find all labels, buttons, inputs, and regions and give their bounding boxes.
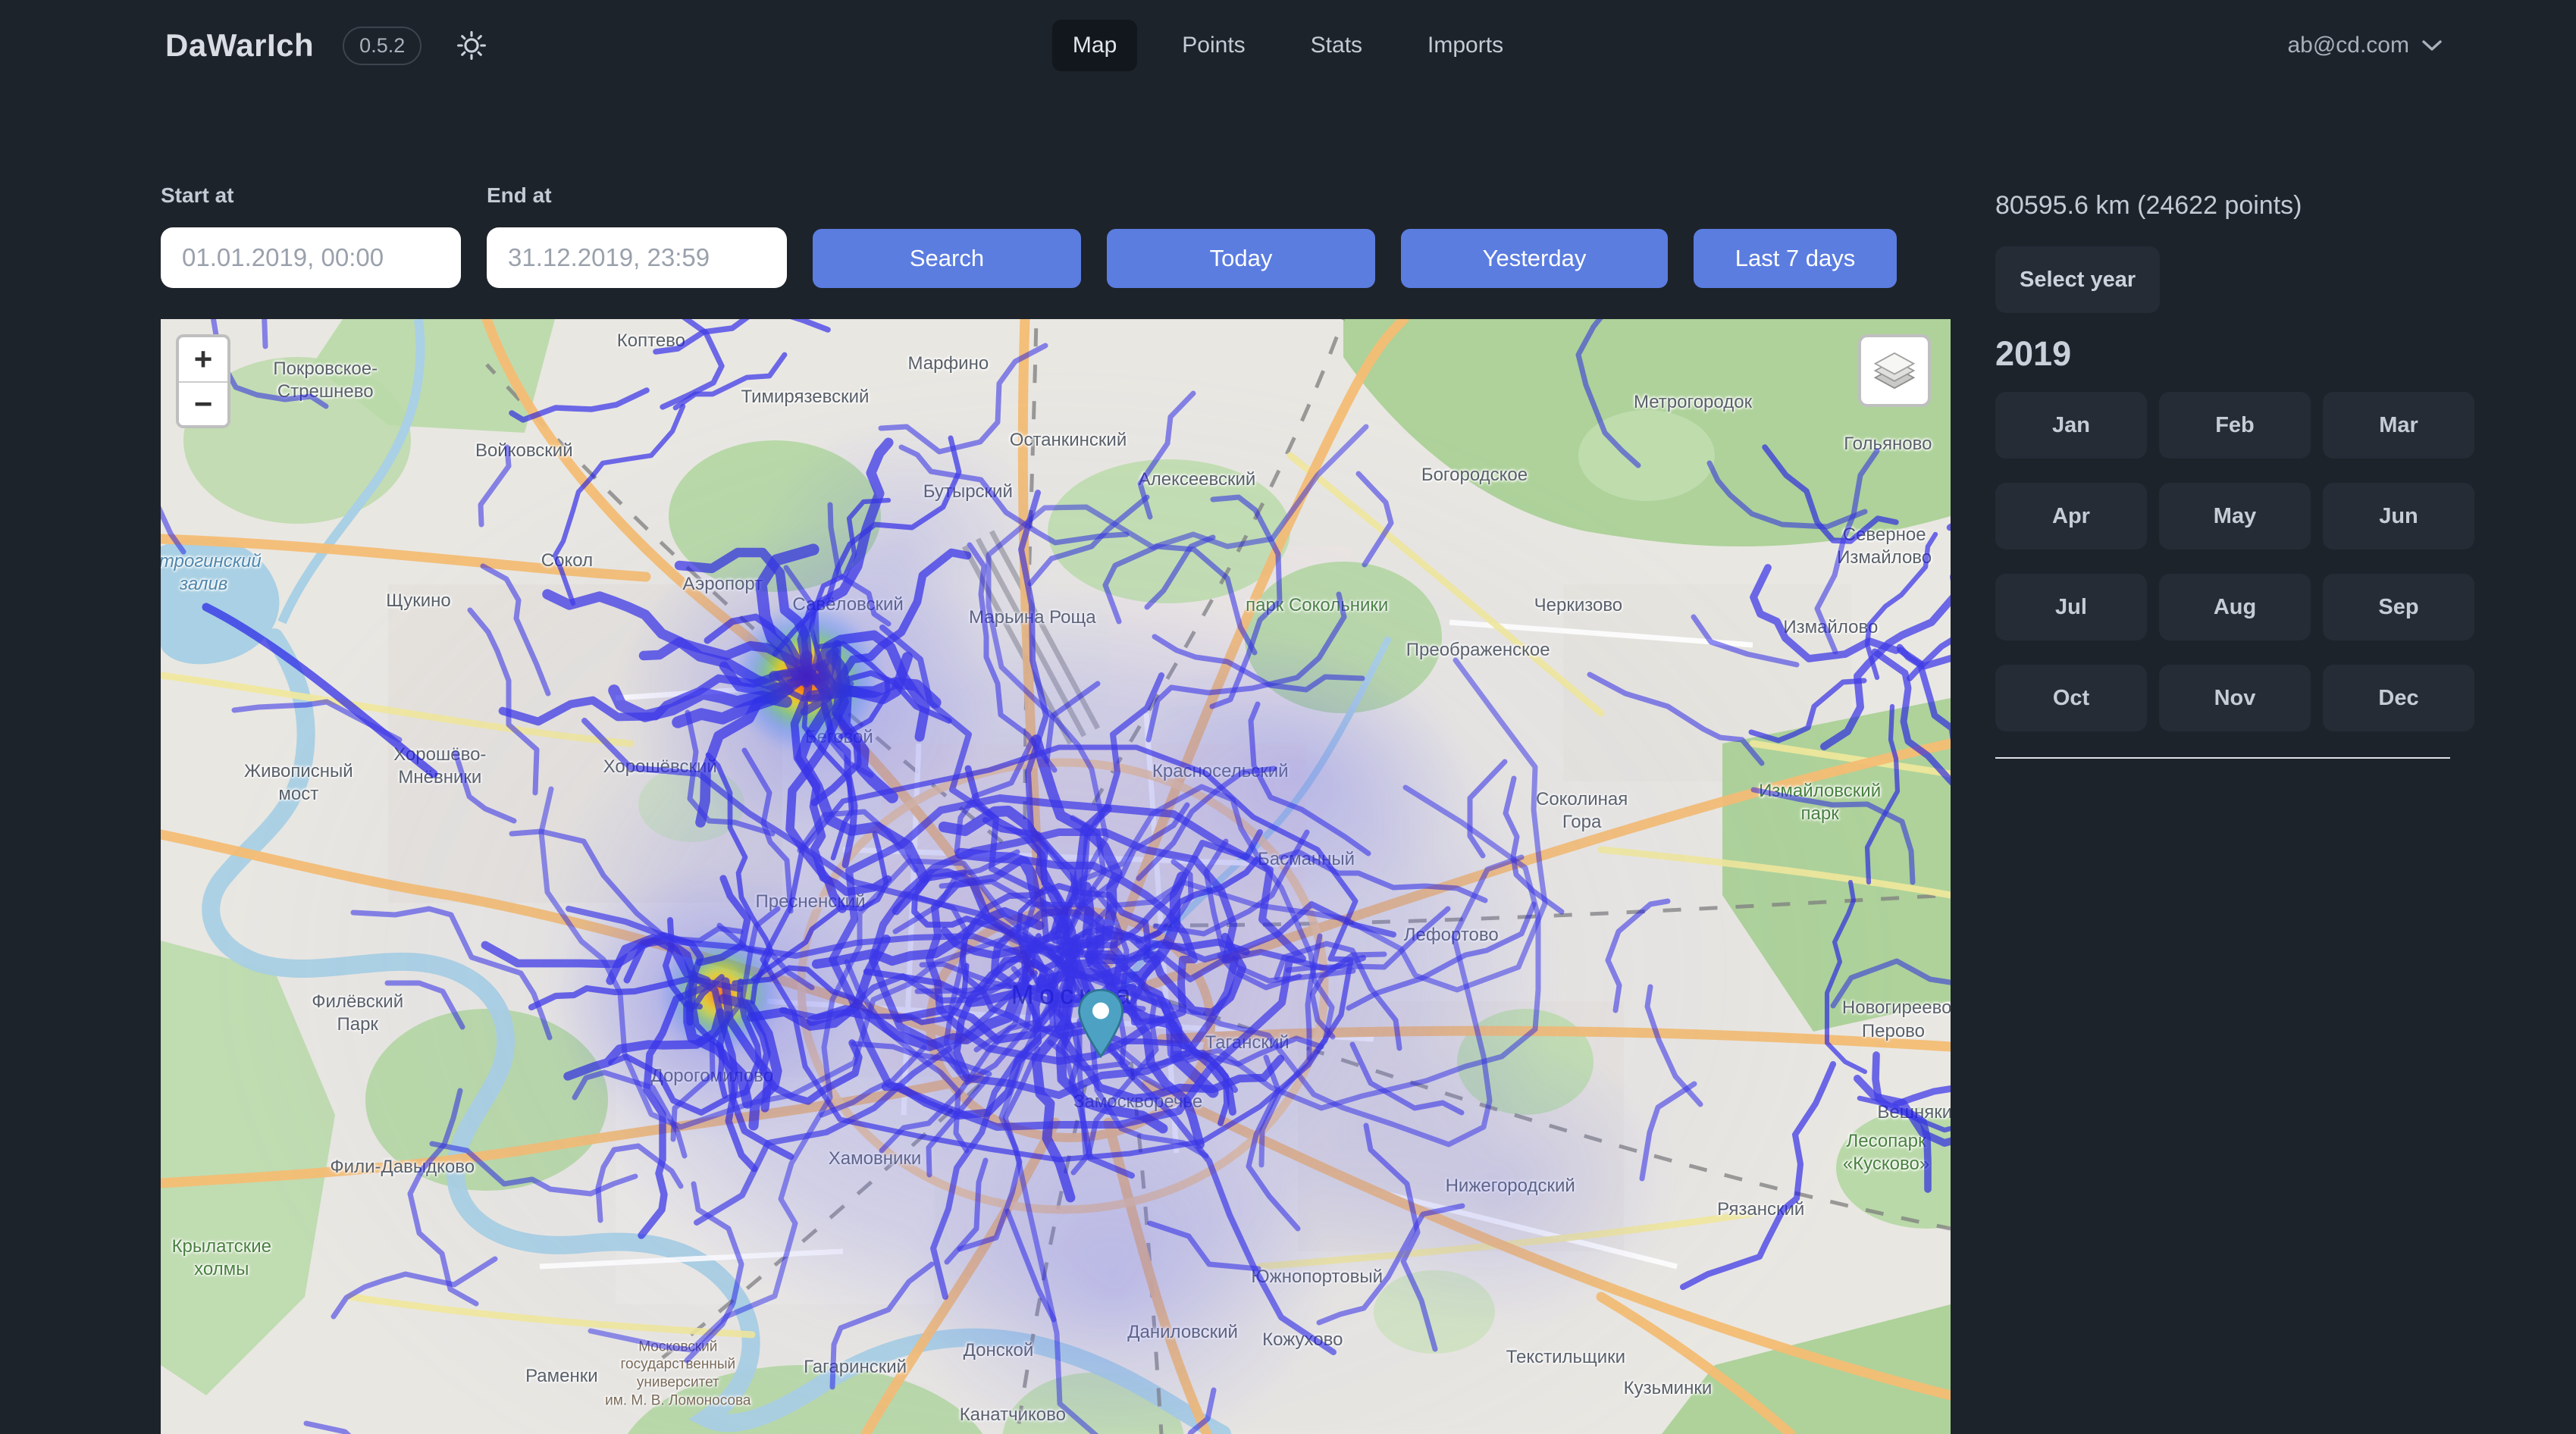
end-at-input[interactable] [487,227,787,288]
sun-icon [455,29,488,62]
zoom-in-button[interactable]: + [179,337,227,381]
year-heading: 2019 [1995,334,2480,374]
tab-imports[interactable]: Imports [1407,20,1524,71]
chevron-down-icon [2421,39,2443,52]
last-7-days-button[interactable]: Last 7 days [1694,229,1897,288]
tab-map[interactable]: Map [1052,20,1137,71]
user-email: ab@cd.com [2287,33,2409,58]
yesterday-button[interactable]: Yesterday [1401,229,1668,288]
map-container[interactable]: Покровское- СтрешневоКоптевоТимирязевски… [161,319,1951,1434]
version-badge: 0.5.2 [343,27,421,65]
navbar-left: DaWarIch 0.5.2 [165,0,493,91]
app-logo[interactable]: DaWarIch [165,27,314,64]
tracks-layer [161,319,1951,1434]
search-button[interactable]: Search [813,229,1081,288]
theme-toggle-button[interactable] [450,24,493,67]
month-button-mar[interactable]: Mar [2323,392,2474,459]
today-button[interactable]: Today [1107,229,1375,288]
select-year-button[interactable]: Select year [1995,246,2160,313]
map-marker[interactable] [1076,988,1126,1058]
distance-stats: 80595.6 km (24622 points) [1995,191,2480,221]
user-menu[interactable]: ab@cd.com [2287,0,2443,91]
navbar: DaWarIch 0.5.2 Map Points Stats Imports … [0,0,2576,91]
layers-icon [1872,348,1917,393]
start-at-field: Start at [161,183,461,288]
end-at-field: End at [487,183,787,288]
zoom-out-button[interactable]: − [179,381,227,425]
start-at-label: Start at [161,183,461,208]
layers-control[interactable] [1858,334,1931,407]
month-button-oct[interactable]: Oct [1995,665,2147,731]
month-button-feb[interactable]: Feb [2159,392,2311,459]
month-button-aug[interactable]: Aug [2159,574,2311,640]
tab-points[interactable]: Points [1161,20,1265,71]
month-button-nov[interactable]: Nov [2159,665,2311,731]
months-grid: Jan Feb Mar Apr May Jun Jul Aug Sep Oct … [1995,392,2480,731]
month-button-jun[interactable]: Jun [2323,483,2474,549]
start-at-input[interactable] [161,227,461,288]
month-button-apr[interactable]: Apr [1995,483,2147,549]
tracks-group [161,319,1951,1434]
month-button-jul[interactable]: Jul [1995,574,2147,640]
tab-stats[interactable]: Stats [1290,20,1383,71]
sidebar: 80595.6 km (24622 points) Select year 20… [1995,191,2480,759]
zoom-control: + − [176,334,230,428]
month-button-sep[interactable]: Sep [2323,574,2474,640]
filters-bar: Start at End at Search Today Yesterday L… [161,183,1897,288]
month-button-may[interactable]: May [2159,483,2311,549]
sidebar-divider [1995,757,2450,759]
month-button-jan[interactable]: Jan [1995,392,2147,459]
nav-tabs: Map Points Stats Imports [1052,0,1524,91]
month-button-dec[interactable]: Dec [2323,665,2474,731]
end-at-label: End at [487,183,787,208]
